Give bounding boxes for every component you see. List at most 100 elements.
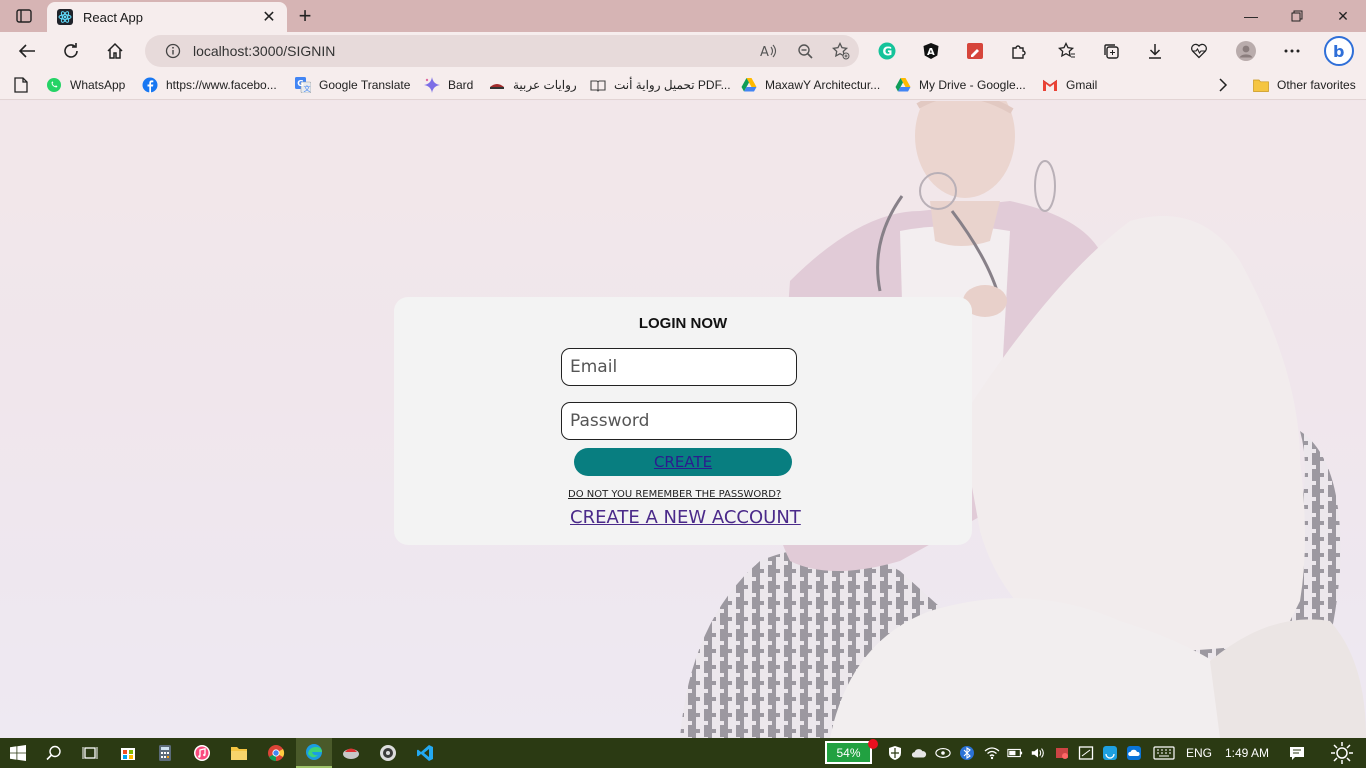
address-bar[interactable]: localhost:3000/SIGNIN A — [145, 35, 859, 67]
battery-indicator[interactable]: 54% — [825, 741, 872, 764]
restore-icon — [1291, 10, 1303, 22]
restore-button[interactable] — [1274, 0, 1320, 32]
colorzilla-extension[interactable] — [960, 36, 990, 66]
more-dots-icon — [1284, 49, 1300, 53]
task-view-button[interactable] — [72, 738, 108, 768]
favorite-label: تحميل رواية أنت PDF... — [614, 78, 731, 92]
settings-more-button[interactable] — [1277, 36, 1307, 66]
volume-icon[interactable] — [1030, 745, 1046, 761]
taskbar-vscode[interactable] — [407, 738, 443, 768]
forgot-password-link[interactable]: DO NOT YOU REMEMBER THE PASSWORD? — [568, 489, 781, 500]
browser-tab[interactable]: React App ✕ — [47, 2, 287, 32]
language-indicator[interactable]: ENG — [1186, 738, 1212, 768]
taskbar-calculator[interactable] — [147, 738, 183, 768]
puzzle-icon — [1012, 45, 1026, 59]
svg-text:b: b — [1333, 42, 1344, 61]
favorite-maxawy-drive[interactable]: MaxawY Architectur... — [741, 75, 880, 95]
taskbar-store[interactable] — [110, 738, 146, 768]
read-aloud-icon[interactable]: A — [751, 35, 787, 67]
grammarly-extension[interactable]: G — [872, 36, 902, 66]
favorite-arabic-novels[interactable]: روايات عربية — [489, 75, 577, 95]
collections-button[interactable] — [1096, 36, 1126, 66]
taskbar-obs[interactable] — [370, 738, 406, 768]
other-favorites-folder[interactable]: Other favorites — [1253, 75, 1356, 95]
update-icon[interactable] — [1102, 745, 1118, 761]
notifications-icon[interactable] — [1289, 745, 1305, 761]
create-account-link[interactable]: CREATE A NEW ACCOUNT — [570, 507, 801, 528]
start-button[interactable] — [0, 738, 36, 768]
info-icon[interactable] — [159, 43, 187, 59]
wifi-icon[interactable] — [984, 745, 1000, 761]
favorite-novel-pdf[interactable]: تحميل رواية أنت PDF... — [590, 75, 731, 95]
bing-chat-button[interactable]: b — [1322, 34, 1356, 68]
taskbar: 54% ENG 1:49 AM — [0, 738, 1366, 768]
favorite-bard[interactable]: Bard — [424, 75, 473, 95]
taskbar-music[interactable] — [184, 738, 220, 768]
taskbar-file-explorer[interactable] — [221, 738, 257, 768]
minimize-button[interactable]: — — [1228, 0, 1274, 32]
folder-icon — [1253, 77, 1269, 93]
browser-toolbar: localhost:3000/SIGNIN A G A b — [0, 32, 1366, 70]
bard-icon — [424, 77, 440, 93]
browser-essentials-button[interactable] — [1184, 36, 1214, 66]
taskbar-edge[interactable] — [296, 738, 332, 768]
favorites-button[interactable] — [1052, 36, 1082, 66]
favorite-facebook[interactable]: https://www.facebo... — [142, 75, 277, 95]
search-icon — [46, 745, 61, 761]
email-input[interactable] — [561, 348, 797, 386]
extensions-button[interactable] — [1004, 36, 1034, 66]
more-favorites-chevron-icon[interactable] — [1218, 75, 1228, 95]
downloads-button[interactable] — [1140, 36, 1170, 66]
taskbar-chrome[interactable] — [258, 738, 294, 768]
disc-tool-icon — [343, 748, 359, 759]
angular-icon: A — [923, 43, 939, 59]
brightness-icon[interactable] — [1330, 741, 1354, 765]
onedrive-icon[interactable] — [1126, 745, 1142, 761]
bluetooth-app-icon[interactable] — [959, 745, 975, 761]
new-tab-button[interactable]: + — [293, 3, 317, 28]
profile-button[interactable] — [1231, 36, 1261, 66]
url-text[interactable]: localhost:3000/SIGNIN — [193, 43, 751, 59]
login-title: LOGIN NOW — [638, 315, 728, 332]
password-input[interactable] — [561, 402, 797, 440]
favorite-whatsapp[interactable]: WhatsApp — [46, 75, 125, 95]
favorite-google-translate[interactable]: G文 Google Translate — [295, 75, 410, 95]
create-button[interactable]: CREATE — [574, 448, 792, 476]
angular-extension[interactable]: A — [916, 36, 946, 66]
other-favorites-label: Other favorites — [1277, 78, 1356, 92]
back-button[interactable] — [12, 36, 42, 66]
onedrive-sync-icon[interactable] — [911, 745, 927, 761]
battery-alert-icon — [868, 739, 878, 749]
download-icon — [1149, 44, 1161, 59]
tab-actions-icon — [16, 9, 32, 23]
favorites-page-icon[interactable] — [14, 75, 28, 95]
page-viewport: LOGIN NOW CREATE DO NOT YOU REMEMBER THE… — [0, 101, 1366, 738]
security-shield-icon[interactable] — [887, 745, 903, 761]
battery-icon[interactable] — [1007, 745, 1023, 761]
taskbar-app-disc[interactable] — [333, 738, 369, 768]
facebook-icon — [142, 77, 158, 93]
home-button[interactable] — [100, 36, 130, 66]
tab-actions-button[interactable] — [8, 4, 40, 28]
favorite-my-drive[interactable]: My Drive - Google... — [895, 75, 1026, 95]
refresh-button[interactable] — [56, 36, 86, 66]
svg-text:G: G — [883, 45, 893, 59]
add-favorite-icon[interactable] — [823, 35, 859, 67]
react-icon — [57, 9, 73, 25]
keyboard-icon[interactable] — [1152, 745, 1176, 761]
bing-icon: b — [1324, 36, 1354, 66]
link-cloud-icon[interactable] — [935, 745, 951, 761]
close-window-button[interactable]: ✕ — [1320, 0, 1366, 32]
heart-pulse-icon — [1191, 43, 1207, 59]
favorite-label: Google Translate — [319, 78, 411, 92]
close-tab-icon[interactable]: ✕ — [261, 9, 277, 26]
app-tray-icon[interactable] — [1054, 745, 1070, 761]
record-icon — [380, 745, 396, 761]
zoom-out-icon[interactable] — [787, 35, 823, 67]
book-open-icon — [590, 77, 606, 93]
favorite-gmail[interactable]: Gmail — [1042, 75, 1097, 95]
svg-text:A: A — [927, 47, 935, 58]
search-button[interactable] — [36, 738, 72, 768]
display-icon[interactable] — [1078, 745, 1094, 761]
clock[interactable]: 1:49 AM — [1225, 738, 1269, 768]
